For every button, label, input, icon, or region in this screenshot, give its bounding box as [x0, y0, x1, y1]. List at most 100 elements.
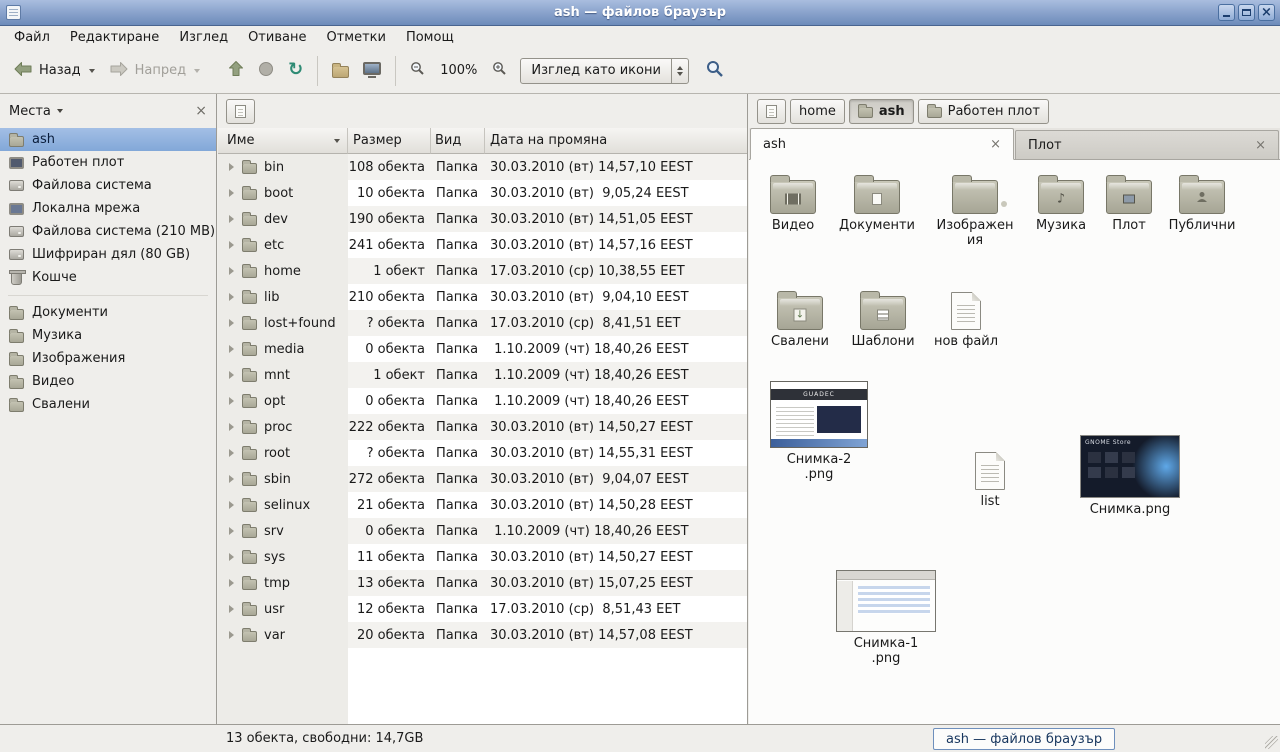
sidebar-item-music[interactable]: Музика: [0, 324, 216, 347]
expander-icon[interactable]: [229, 423, 234, 431]
sidebar-item-trash[interactable]: Кошче: [0, 266, 216, 289]
menu-view[interactable]: Изглед: [169, 28, 238, 47]
table-row[interactable]: opt0 обектаПапка 1.10.2009 (чт) 18,40,26…: [218, 388, 747, 414]
search-button[interactable]: [699, 55, 731, 87]
tab-desktop[interactable]: Плот: [1015, 130, 1279, 159]
column-header-name[interactable]: Име: [218, 128, 348, 154]
icon-item-downloads[interactable]: Свалени: [758, 288, 842, 349]
chevron-down-icon[interactable]: [57, 109, 63, 113]
table-row[interactable]: usr12 обектаПапка17.03.2010 (ср) 8,51,43…: [218, 596, 747, 622]
icon-item-pictures[interactable]: Изображения: [933, 172, 1017, 248]
sidebar-item-downloads[interactable]: Свалени: [0, 393, 216, 416]
expander-icon[interactable]: [229, 345, 234, 353]
up-button[interactable]: [221, 55, 251, 86]
expander-icon[interactable]: [229, 475, 234, 483]
table-row[interactable]: selinux21 обектаПапка30.03.2010 (вт) 14,…: [218, 492, 747, 518]
table-row[interactable]: sys11 обектаПапка30.03.2010 (вт) 14,50,2…: [218, 544, 747, 570]
icon-item-snimka2[interactable]: GUADEC Снимка-2.png: [770, 381, 868, 482]
expander-icon[interactable]: [229, 527, 234, 535]
menu-help[interactable]: Помощ: [396, 28, 464, 47]
sidebar-item-pictures[interactable]: Изображения: [0, 347, 216, 370]
expander-icon[interactable]: [229, 579, 234, 587]
minimize-icon[interactable]: [1218, 4, 1235, 21]
expander-icon[interactable]: [229, 215, 234, 223]
column-header-date[interactable]: Дата на промяна: [485, 128, 747, 154]
expander-icon[interactable]: [229, 293, 234, 301]
expander-icon[interactable]: [229, 267, 234, 275]
table-row[interactable]: mnt1 обектПапка 1.10.2009 (чт) 18,40,26 …: [218, 362, 747, 388]
home-button[interactable]: [325, 58, 356, 83]
sidebar-item-filesystem-210mb[interactable]: Файлова система (210 MB): [0, 220, 216, 243]
maximize-icon[interactable]: [1238, 4, 1255, 21]
expander-icon[interactable]: [229, 189, 234, 197]
menu-file[interactable]: Файл: [4, 28, 60, 47]
icon-item-snimka1[interactable]: Снимка-1.png: [836, 570, 936, 666]
table-row[interactable]: root? обектаПапка30.03.2010 (вт) 14,55,3…: [218, 440, 747, 466]
sidebar-item-documents[interactable]: Документи: [0, 301, 216, 324]
view-mode-select[interactable]: Изглед като икони: [520, 58, 689, 84]
icon-item-public[interactable]: Публични: [1160, 172, 1244, 233]
sidebar-item-network[interactable]: Локална мрежа: [0, 197, 216, 220]
expander-icon[interactable]: [229, 631, 234, 639]
pathbar-desktop-button[interactable]: Работен плот: [918, 99, 1049, 124]
table-row[interactable]: bin108 обектаПапка30.03.2010 (вт) 14,57,…: [218, 154, 747, 180]
pathbar-root-button[interactable]: [757, 99, 786, 124]
icon-item-snimka[interactable]: GNOME Store Снимка.png: [1080, 435, 1180, 517]
back-dropdown-icon[interactable]: [89, 69, 95, 73]
table-row[interactable]: var20 обектаПапка30.03.2010 (вт) 14,57,0…: [218, 622, 747, 648]
expander-icon[interactable]: [229, 163, 234, 171]
pathbar-ash-button[interactable]: ash: [849, 99, 914, 124]
close-icon[interactable]: [1258, 4, 1275, 21]
expander-icon[interactable]: [229, 241, 234, 249]
sidebar-title[interactable]: Места: [9, 104, 51, 119]
table-row[interactable]: boot10 обектаПапка30.03.2010 (вт) 9,05,2…: [218, 180, 747, 206]
menu-go[interactable]: Отиване: [238, 28, 316, 47]
computer-button[interactable]: [356, 57, 388, 84]
table-row[interactable]: srv0 обектаПапка 1.10.2009 (чт) 18,40,26…: [218, 518, 747, 544]
tab-close-icon[interactable]: [990, 138, 1001, 151]
menu-bookmarks[interactable]: Отметки: [316, 28, 395, 47]
sidebar-close-icon[interactable]: [195, 104, 207, 118]
combo-arrows-icon[interactable]: [671, 59, 688, 83]
table-row[interactable]: proc222 обектаПапка30.03.2010 (вт) 14,50…: [218, 414, 747, 440]
sidebar-item-ash[interactable]: ash: [0, 128, 216, 151]
icon-item-list-file[interactable]: list: [948, 448, 1032, 509]
sidebar-item-filesystem[interactable]: Файлова система: [0, 174, 216, 197]
icon-item-documents[interactable]: Документи: [835, 172, 919, 233]
table-row[interactable]: dev190 обектаПапка30.03.2010 (вт) 14,51,…: [218, 206, 747, 232]
sidebar-item-desktop[interactable]: Работен плот: [0, 151, 216, 174]
column-header-size[interactable]: Размер: [348, 128, 431, 154]
sidebar-item-video[interactable]: Видео: [0, 370, 216, 393]
resize-grip[interactable]: [1265, 736, 1278, 749]
zoom-in-button[interactable]: [485, 56, 514, 85]
tab-ash[interactable]: ash: [750, 128, 1014, 160]
forward-dropdown-icon[interactable]: [194, 69, 200, 73]
icon-item-templates[interactable]: Шаблони: [841, 288, 925, 349]
reload-button[interactable]: [281, 57, 310, 84]
pathbar-root-button[interactable]: [226, 99, 255, 124]
zoom-out-button[interactable]: [403, 56, 432, 85]
forward-button[interactable]: Напред: [102, 56, 207, 86]
expander-icon[interactable]: [229, 319, 234, 327]
table-row[interactable]: home1 обектПапка17.03.2010 (ср) 10,38,55…: [218, 258, 747, 284]
table-row[interactable]: etc241 обектаПапка30.03.2010 (вт) 14,57,…: [218, 232, 747, 258]
table-row[interactable]: sbin272 обектаПапка30.03.2010 (вт) 9,04,…: [218, 466, 747, 492]
icon-item-video[interactable]: Видео: [751, 172, 835, 233]
taskbar-window-button[interactable]: ash — файлов браузър: [933, 728, 1115, 750]
expander-icon[interactable]: [229, 449, 234, 457]
stop-button[interactable]: [251, 56, 281, 86]
icon-item-new-file[interactable]: нов файл: [924, 288, 1008, 349]
table-row[interactable]: media0 обектаПапка 1.10.2009 (чт) 18,40,…: [218, 336, 747, 362]
expander-icon[interactable]: [229, 397, 234, 405]
menu-edit[interactable]: Редактиране: [60, 28, 169, 47]
expander-icon[interactable]: [229, 371, 234, 379]
expander-icon[interactable]: [229, 501, 234, 509]
column-header-type[interactable]: Вид: [431, 128, 485, 154]
expander-icon[interactable]: [229, 605, 234, 613]
pathbar-home-button[interactable]: home: [790, 99, 845, 124]
expander-icon[interactable]: [229, 553, 234, 561]
tab-close-icon[interactable]: [1255, 139, 1266, 152]
sidebar-item-encrypted-80gb[interactable]: Шифриран дял (80 GB): [0, 243, 216, 266]
icon-view[interactable]: Видео Документи Изображения Музика Плот: [749, 160, 1280, 724]
table-row[interactable]: lib210 обектаПапка30.03.2010 (вт) 9,04,1…: [218, 284, 747, 310]
